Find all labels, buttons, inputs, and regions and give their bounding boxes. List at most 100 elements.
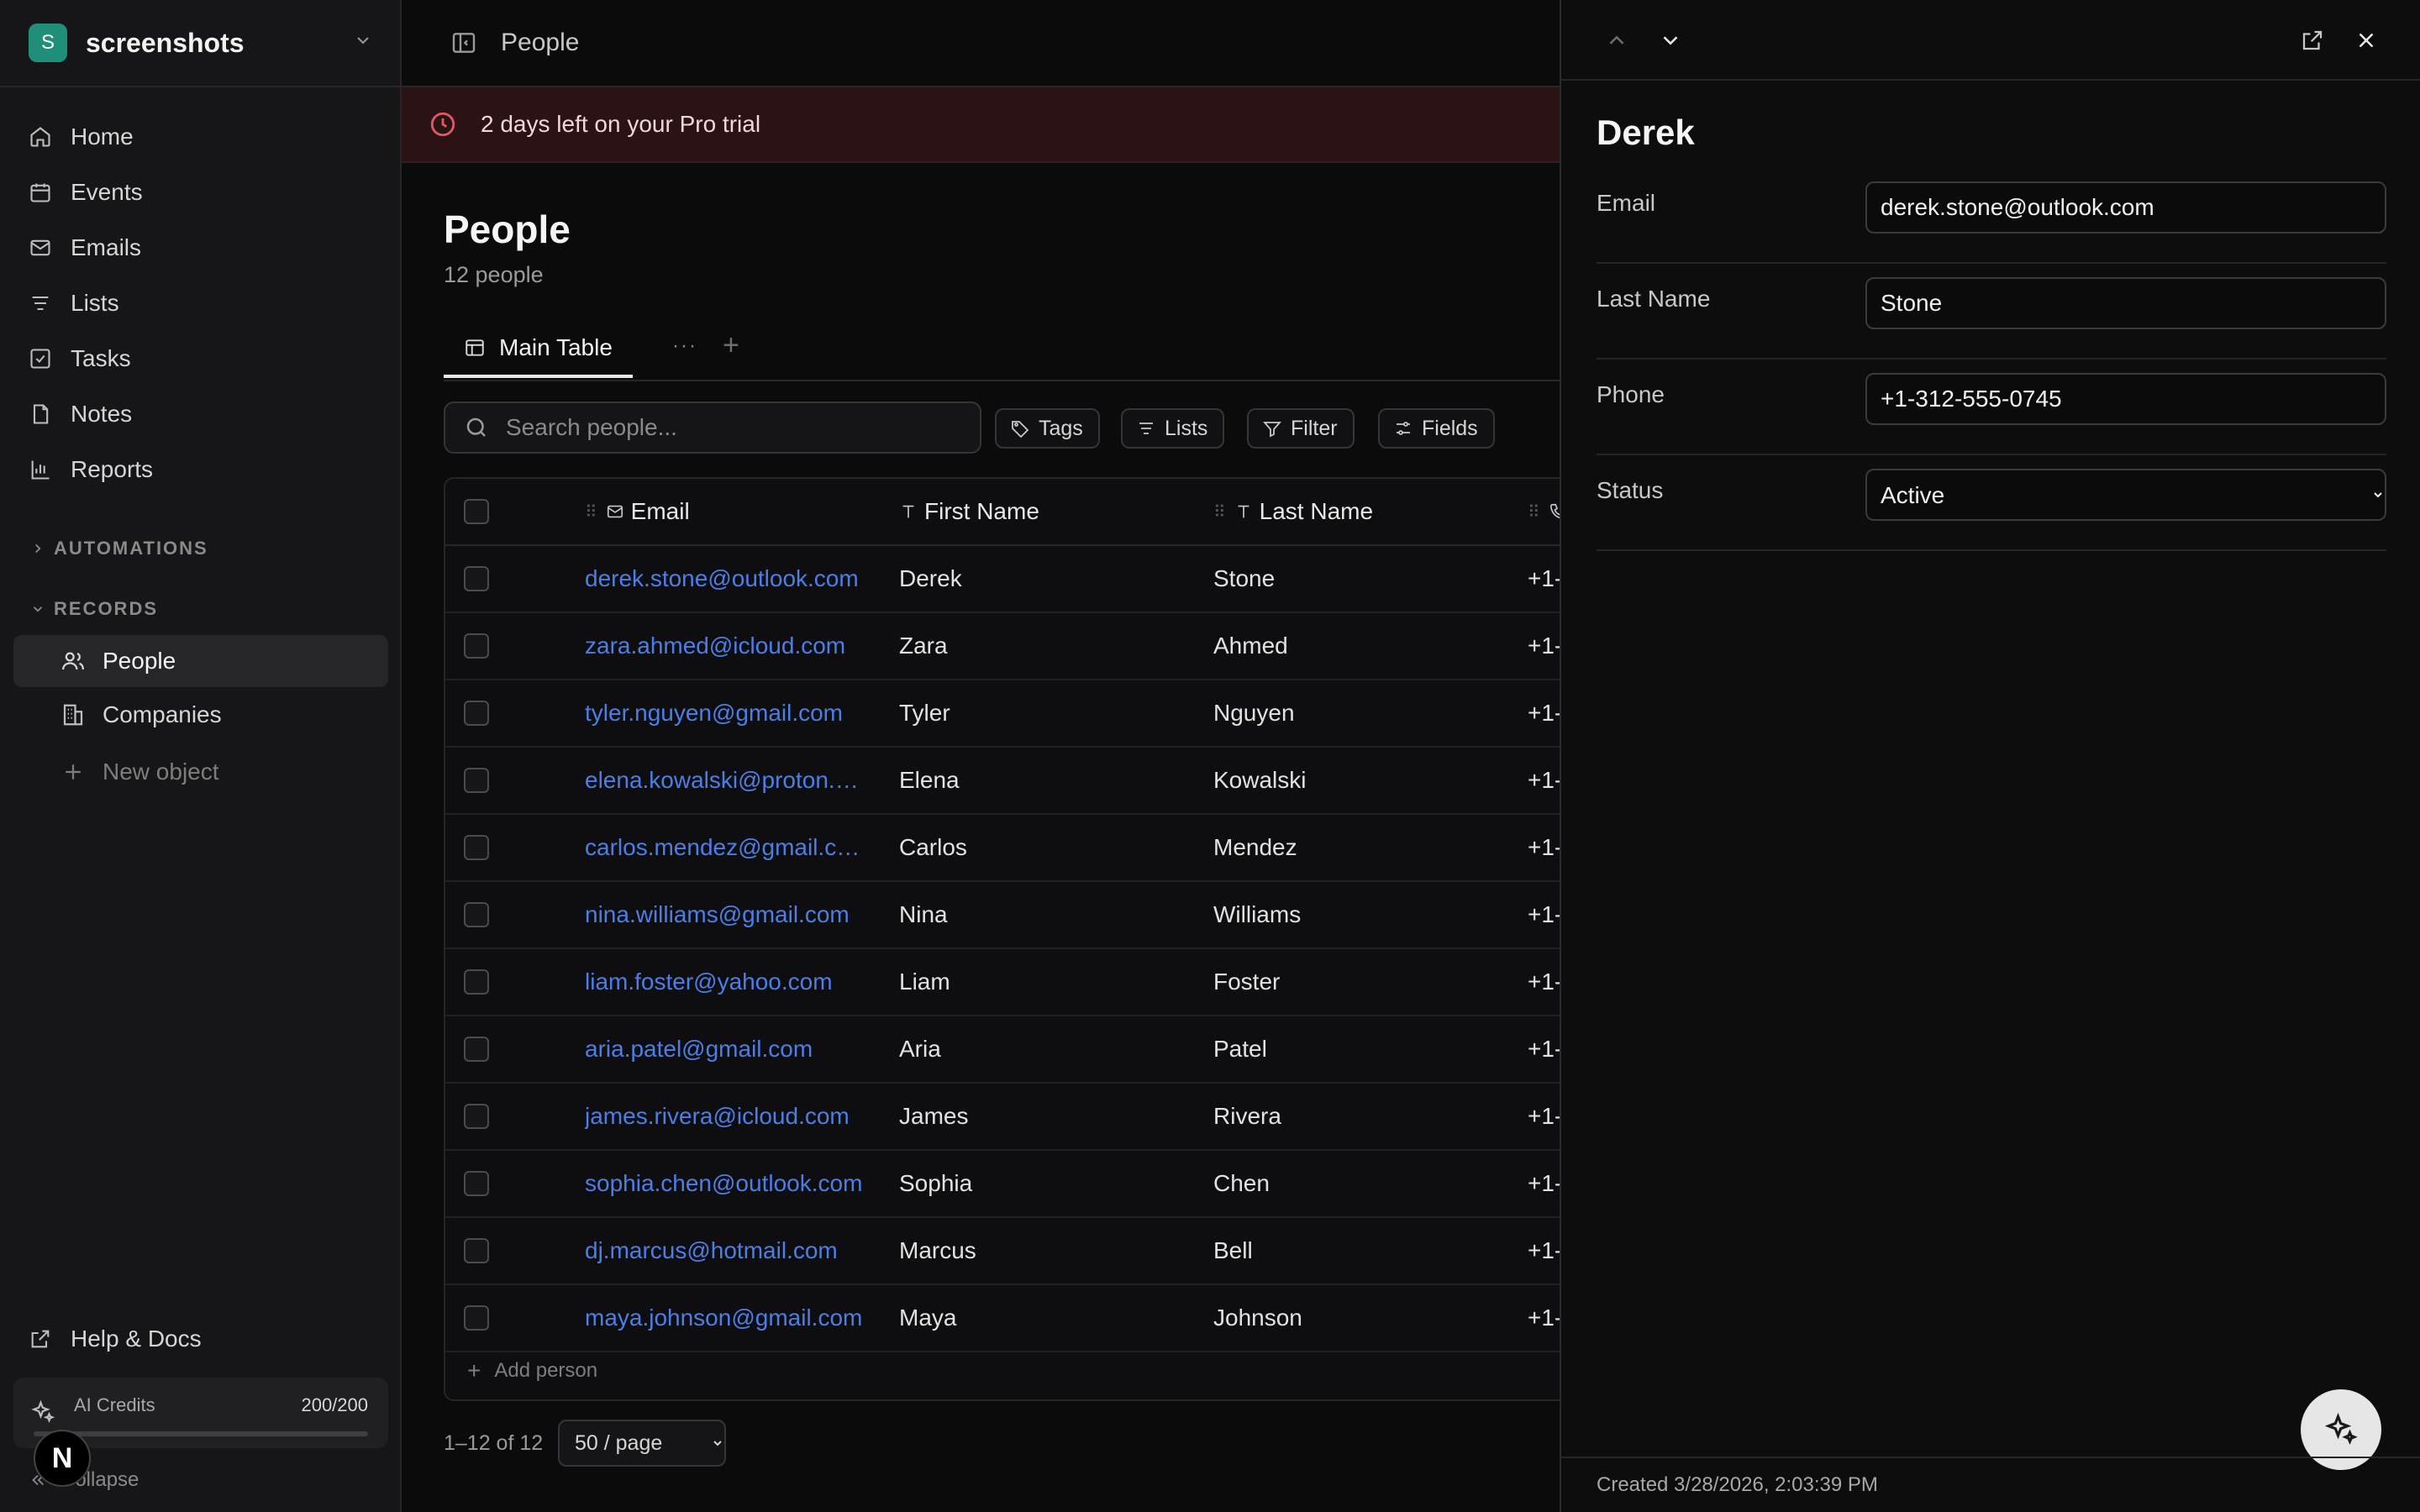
- table-row[interactable]: carlos.mendez@gmail.c… Carlos Mendez +1-: [445, 815, 1561, 882]
- table-row[interactable]: zara.ahmed@icloud.com Zara Ahmed +1-: [445, 613, 1561, 680]
- email-link[interactable]: derek.stone@outlook.com: [585, 546, 877, 612]
- last-name-cell[interactable]: Stone: [1213, 546, 1499, 612]
- last-name-cell[interactable]: Nguyen: [1213, 680, 1499, 746]
- first-name-cell[interactable]: Tyler: [899, 680, 1185, 746]
- phone-field[interactable]: [1865, 373, 2386, 425]
- next-record-button[interactable]: [1654, 24, 1687, 57]
- sidebar-item-lists[interactable]: Lists: [13, 276, 388, 331]
- last-name-cell[interactable]: Kowalski: [1213, 748, 1499, 813]
- open-full-page-button[interactable]: [2296, 24, 2329, 57]
- drag-handle-icon[interactable]: ⠿: [1528, 501, 1540, 522]
- new-object-button[interactable]: New object: [13, 746, 388, 798]
- row-checkbox[interactable]: [464, 1104, 489, 1129]
- first-name-cell[interactable]: James: [899, 1084, 1185, 1149]
- workspace-switcher[interactable]: S screenshots: [0, 0, 402, 87]
- phone-cell[interactable]: +1-: [1528, 546, 1561, 612]
- last-name-cell[interactable]: Johnson: [1213, 1285, 1499, 1351]
- sidebar-item-notes[interactable]: Notes: [13, 386, 388, 442]
- email-link[interactable]: elena.kowalski@proton.…: [585, 748, 877, 813]
- phone-cell[interactable]: +1-: [1528, 1285, 1561, 1351]
- first-name-cell[interactable]: Marcus: [899, 1218, 1185, 1284]
- phone-cell[interactable]: +1-: [1528, 882, 1561, 948]
- table-row[interactable]: james.rivera@icloud.com James Rivera +1-: [445, 1084, 1561, 1151]
- table-row[interactable]: aria.patel@gmail.com Aria Patel +1-: [445, 1016, 1561, 1084]
- sidebar-item-emails[interactable]: Emails: [13, 220, 388, 276]
- table-row[interactable]: sophia.chen@outlook.com Sophia Chen +1-: [445, 1151, 1561, 1218]
- search-input[interactable]: [504, 413, 978, 442]
- table-row[interactable]: derek.stone@outlook.com Derek Stone +1-: [445, 546, 1561, 613]
- email-link[interactable]: maya.johnson@gmail.com: [585, 1285, 877, 1351]
- last-name-cell[interactable]: Rivera: [1213, 1084, 1499, 1149]
- first-name-cell[interactable]: Zara: [899, 613, 1185, 679]
- add-view-button[interactable]: +: [723, 329, 739, 362]
- sidebar-item-reports[interactable]: Reports: [13, 442, 388, 497]
- first-name-cell[interactable]: Maya: [899, 1285, 1185, 1351]
- first-name-cell[interactable]: Nina: [899, 882, 1185, 948]
- phone-cell[interactable]: +1-: [1528, 1151, 1561, 1216]
- table-row[interactable]: elena.kowalski@proton.… Elena Kowalski +…: [445, 748, 1561, 815]
- row-checkbox[interactable]: [464, 1238, 489, 1263]
- tab-options-button[interactable]: ···: [672, 334, 697, 358]
- column-header-first-name[interactable]: First Name: [899, 479, 1039, 544]
- last-name-cell[interactable]: Bell: [1213, 1218, 1499, 1284]
- email-link[interactable]: zara.ahmed@icloud.com: [585, 613, 877, 679]
- page-size-select[interactable]: 50 / page: [558, 1420, 726, 1467]
- email-link[interactable]: nina.williams@gmail.com: [585, 882, 877, 948]
- row-checkbox[interactable]: [464, 835, 489, 860]
- table-row[interactable]: nina.williams@gmail.com Nina Williams +1…: [445, 882, 1561, 949]
- row-checkbox[interactable]: [464, 768, 489, 793]
- last-name-cell[interactable]: Ahmed: [1213, 613, 1499, 679]
- drag-handle-icon[interactable]: ⠿: [585, 501, 597, 522]
- last-name-cell[interactable]: Chen: [1213, 1151, 1499, 1216]
- phone-cell[interactable]: +1-: [1528, 1218, 1561, 1284]
- email-field[interactable]: [1865, 181, 2386, 234]
- row-checkbox[interactable]: [464, 1037, 489, 1062]
- first-name-cell[interactable]: Aria: [899, 1016, 1185, 1082]
- table-row[interactable]: liam.foster@yahoo.com Liam Foster +1-: [445, 949, 1561, 1016]
- add-person-button[interactable]: + Add person: [467, 1357, 597, 1384]
- filter-button[interactable]: Filter: [1247, 408, 1355, 449]
- previous-record-button[interactable]: [1600, 24, 1634, 57]
- tab-main-table[interactable]: Main Table: [444, 321, 633, 378]
- email-link[interactable]: tyler.nguyen@gmail.com: [585, 680, 877, 746]
- close-panel-button[interactable]: [2349, 24, 2383, 57]
- sidebar-item-people[interactable]: People: [13, 635, 388, 687]
- row-checkbox[interactable]: [464, 633, 489, 659]
- first-name-cell[interactable]: Liam: [899, 949, 1185, 1015]
- select-all-checkbox[interactable]: [464, 499, 489, 524]
- sidebar-item-tasks[interactable]: Tasks: [13, 331, 388, 386]
- row-checkbox[interactable]: [464, 1305, 489, 1331]
- last-name-field[interactable]: [1865, 277, 2386, 329]
- phone-cell[interactable]: +1-: [1528, 680, 1561, 746]
- email-link[interactable]: dj.marcus@hotmail.com: [585, 1218, 877, 1284]
- column-header-phone[interactable]: ⠿: [1528, 479, 1561, 544]
- first-name-cell[interactable]: Derek: [899, 546, 1185, 612]
- drag-handle-icon[interactable]: ⠿: [1213, 501, 1226, 522]
- email-link[interactable]: carlos.mendez@gmail.c…: [585, 815, 877, 880]
- sidebar-toggle-icon[interactable]: [450, 29, 477, 56]
- email-link[interactable]: liam.foster@yahoo.com: [585, 949, 877, 1015]
- email-link[interactable]: aria.patel@gmail.com: [585, 1016, 877, 1082]
- phone-cell[interactable]: +1-: [1528, 1016, 1561, 1082]
- lists-button[interactable]: Lists: [1121, 408, 1225, 449]
- trial-banner[interactable]: 2 days left on your Pro trial: [402, 87, 1561, 163]
- column-header-email[interactable]: ⠿ Email: [585, 479, 690, 544]
- email-link[interactable]: james.rivera@icloud.com: [585, 1084, 877, 1149]
- phone-cell[interactable]: +1-: [1528, 748, 1561, 813]
- automations-section-toggle[interactable]: AUTOMATIONS: [30, 538, 208, 559]
- chevron-down-icon[interactable]: [353, 29, 373, 56]
- phone-cell[interactable]: +1-: [1528, 815, 1561, 880]
- table-row[interactable]: tyler.nguyen@gmail.com Tyler Nguyen +1-: [445, 680, 1561, 748]
- phone-cell[interactable]: +1-: [1528, 613, 1561, 679]
- phone-cell[interactable]: +1-: [1528, 1084, 1561, 1149]
- row-checkbox[interactable]: [464, 701, 489, 726]
- sidebar-item-companies[interactable]: Companies: [13, 689, 388, 741]
- fields-button[interactable]: Fields: [1378, 408, 1495, 449]
- status-select[interactable]: Active: [1865, 469, 2386, 521]
- sidebar-item-events[interactable]: Events: [13, 165, 388, 220]
- row-checkbox[interactable]: [464, 1171, 489, 1196]
- sidebar-item-home[interactable]: Home: [13, 109, 388, 165]
- first-name-cell[interactable]: Sophia: [899, 1151, 1185, 1216]
- email-link[interactable]: sophia.chen@outlook.com: [585, 1151, 877, 1216]
- tags-button[interactable]: Tags: [995, 408, 1100, 449]
